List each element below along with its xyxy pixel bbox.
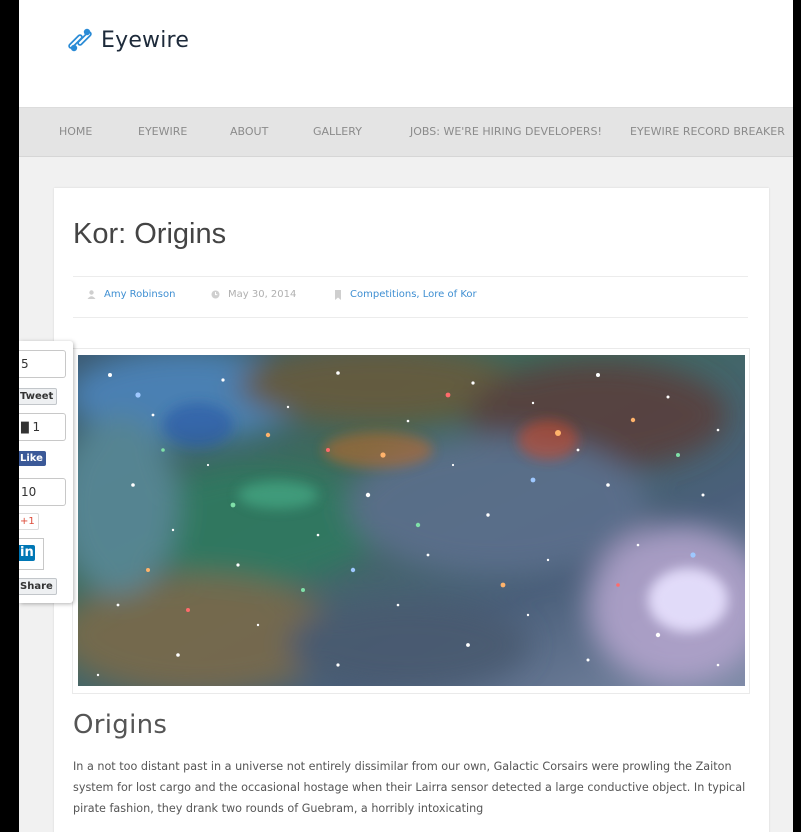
post-categories: Competitions, Lore of Kor <box>334 289 477 300</box>
logo-text: Eyewire <box>101 27 190 53</box>
nav-about[interactable]: ABOUT <box>230 108 268 156</box>
post-date: May 30, 2014 <box>211 289 296 300</box>
date-text: May 30, 2014 <box>228 289 297 300</box>
author-link[interactable]: Amy Robinson <box>104 289 175 300</box>
category-links[interactable]: Competitions, Lore of Kor <box>350 289 477 300</box>
gplus-count: 10 <box>19 478 66 506</box>
facebook-count-box: █ 1 <box>19 413 66 441</box>
linkedin-icon[interactable]: in <box>19 545 35 561</box>
post-author: Amy Robinson <box>87 289 175 300</box>
site-logo[interactable]: Eyewire <box>65 24 189 56</box>
social-share-bar: 5 Tweet █ 1 Like 10 +1 in Share <box>19 341 73 603</box>
nav-eyewire[interactable]: EYEWIRE <box>138 108 187 156</box>
featured-image <box>72 348 750 694</box>
section-heading: Origins <box>73 710 168 740</box>
thumbs-up-icon: █ <box>21 423 29 434</box>
nav-gallery[interactable]: GALLERY <box>313 108 362 156</box>
post-body: In a not too distant past in a universe … <box>73 760 746 815</box>
site-header: Eyewire <box>19 0 793 107</box>
divider <box>73 317 748 318</box>
twitter-count: 5 <box>19 350 66 378</box>
linkedin-share-button[interactable]: Share <box>19 578 57 595</box>
galaxy-image <box>78 355 745 686</box>
nav-jobs[interactable]: JOBS: WE'RE HIRING DEVELOPERS! <box>410 108 602 156</box>
gplus-button[interactable]: +1 <box>19 513 39 530</box>
facebook-count: 1 <box>32 420 41 434</box>
post-title: Kor: Origins <box>73 218 227 250</box>
post-card: Kor: Origins Amy Robinson May 30, 2014 C… <box>54 188 769 832</box>
bookmark-icon <box>335 289 341 300</box>
divider <box>73 276 748 277</box>
main-nav: HOME EYEWIRE ABOUT GALLERY JOBS: WE'RE H… <box>19 107 793 157</box>
nav-record-breaker[interactable]: EYEWIRE RECORD BREAKER <box>630 108 785 156</box>
tweet-button[interactable]: Tweet <box>19 388 58 405</box>
facebook-like-button[interactable]: Like <box>19 451 46 466</box>
clock-icon <box>211 290 220 299</box>
page: Eyewire HOME EYEWIRE ABOUT GALLERY JOBS:… <box>19 0 793 832</box>
user-icon <box>87 290 96 299</box>
eyewire-logo-icon <box>68 28 92 52</box>
nav-home[interactable]: HOME <box>59 108 92 156</box>
